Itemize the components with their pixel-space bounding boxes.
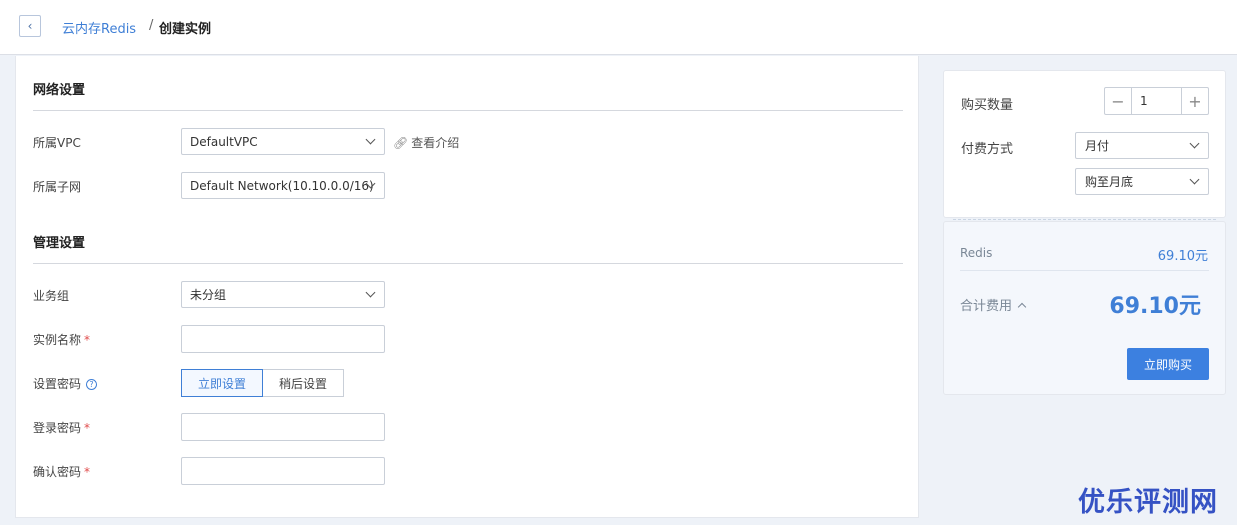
view-intro-link[interactable]: 🔗︎ 查看介绍 <box>393 134 459 151</box>
subnet-select[interactable]: Default Network(10.10.0.0/16) <box>181 172 385 199</box>
fee-item-price: 69.10元 <box>1157 249 1208 264</box>
required-mark: * <box>84 421 91 435</box>
total-fee-label: 合计费用 <box>960 299 1013 314</box>
link-icon: 🔗︎ <box>393 135 409 150</box>
chevron-down-icon <box>1189 174 1200 185</box>
password-mode-label: 设置密码? <box>33 375 98 392</box>
total-fee-toggle[interactable]: 合计费用 <box>960 295 1027 314</box>
top-bar: ‹ 云内存Redis / 创建实例 <box>0 0 1237 55</box>
breadcrumb-separator: / <box>149 18 154 33</box>
management-section-title: 管理设置 <box>33 236 86 251</box>
chevron-up-icon <box>1017 302 1027 311</box>
chevron-down-icon <box>1189 138 1200 149</box>
card-divider <box>953 219 1216 220</box>
set-now-button[interactable]: 立即设置 <box>181 369 263 397</box>
login-password-input[interactable] <box>181 413 385 441</box>
buy-now-button[interactable]: 立即购买 <box>1127 348 1209 380</box>
login-password-label: 登录密码 * <box>33 419 90 436</box>
duration-select-value: 购至月底 <box>1085 175 1134 189</box>
management-section-divider <box>33 263 903 264</box>
subnet-label: 所属子网 <box>33 180 82 194</box>
group-label: 业务组 <box>33 289 70 303</box>
payment-label: 付费方式 <box>961 142 1014 157</box>
required-mark: * <box>84 465 91 479</box>
confirm-password-input[interactable] <box>181 457 385 485</box>
breadcrumb-parent-link[interactable]: 云内存Redis <box>62 18 136 37</box>
instance-name-input[interactable] <box>181 325 385 353</box>
set-later-button[interactable]: 稍后设置 <box>263 369 344 397</box>
main-form-panel: 网络设置 所属VPC DefaultVPC 🔗︎ 查看介绍 所属子网 Defau… <box>15 56 919 518</box>
group-select[interactable]: 未分组 <box>181 281 385 308</box>
question-circle-icon[interactable]: ? <box>86 379 98 390</box>
payment-select[interactable]: 月付 <box>1075 132 1209 159</box>
decrease-button[interactable]: − <box>1105 88 1131 114</box>
fee-item-name: Redis <box>960 246 993 260</box>
breadcrumb-current: 创建实例 <box>159 22 212 37</box>
payment-select-value: 月付 <box>1085 139 1110 153</box>
password-mode-label-text: 设置密码 <box>33 377 82 391</box>
fee-summary-card: Redis 69.10元 合计费用 69.10元 立即购买 <box>943 221 1226 395</box>
network-section-title: 网络设置 <box>33 83 86 98</box>
watermark-text: 优乐评测网 <box>1078 487 1218 518</box>
duration-select[interactable]: 购至月底 <box>1075 168 1209 195</box>
back-button[interactable]: ‹ <box>19 15 41 37</box>
total-fee-value: 69.10元 <box>1109 294 1201 319</box>
group-select-value: 未分组 <box>190 288 227 302</box>
network-section-divider <box>33 110 903 111</box>
instance-name-label-text: 实例名称 <box>33 333 82 347</box>
quantity-label: 购买数量 <box>961 98 1014 113</box>
fee-divider <box>960 270 1209 271</box>
password-mode-toggle: 立即设置 稍后设置 <box>181 369 344 397</box>
vpc-select[interactable]: DefaultVPC <box>181 128 385 155</box>
order-options-card: 购买数量 − 1 + 付费方式 月付 购至月底 <box>943 70 1226 218</box>
instance-name-label: 实例名称 * <box>33 331 90 348</box>
login-password-label-text: 登录密码 <box>33 421 82 435</box>
vpc-label: 所属VPC <box>33 136 81 150</box>
quantity-input[interactable]: 1 <box>1131 88 1182 114</box>
required-mark: * <box>84 333 91 347</box>
quantity-stepper: − 1 + <box>1104 87 1209 115</box>
confirm-password-label-text: 确认密码 <box>33 465 82 479</box>
increase-button[interactable]: + <box>1182 88 1208 114</box>
chevron-down-icon <box>365 287 376 298</box>
chevron-down-icon <box>365 134 376 145</box>
vpc-select-value: DefaultVPC <box>190 134 258 149</box>
confirm-password-label: 确认密码 * <box>33 463 90 480</box>
subnet-select-value: Default Network(10.10.0.0/16) <box>190 178 374 193</box>
view-intro-label: 查看介绍 <box>411 136 460 150</box>
chevron-left-icon: ‹ <box>27 19 33 33</box>
